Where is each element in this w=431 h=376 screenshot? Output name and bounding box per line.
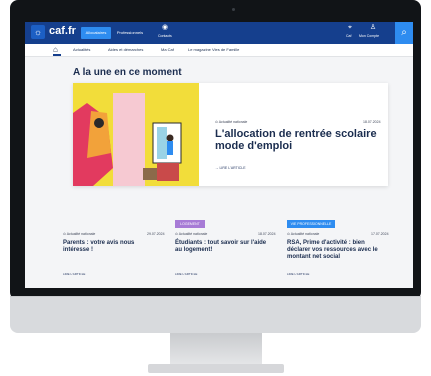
active-nav-indicator xyxy=(53,54,61,56)
card3-read-link[interactable]: LIRE L'ARTICLE xyxy=(287,272,309,276)
card1-category: ⊙ Actualité nationale xyxy=(63,232,95,236)
caf-label[interactable]: Caf xyxy=(346,34,351,38)
webcam xyxy=(232,8,235,11)
card3-category: ⊙ Actualité nationale xyxy=(287,232,319,236)
featured-read-text[interactable]: LIRE L'ARTICLE xyxy=(219,166,245,170)
site-logo[interactable]: caf.fr xyxy=(49,25,76,37)
card3-title[interactable]: RSA, Prime d'activité : bien déclarer vo… xyxy=(287,240,383,261)
tag-vie-professionnelle: VIE PROFESSIONNELLE xyxy=(287,220,335,228)
featured-date: 18.07.2024 xyxy=(363,120,381,124)
screen: ☼ caf.fr Allocataires Professionnels ◉ C… xyxy=(25,22,413,288)
featured-read-link[interactable]: → LIRE L'ARTICLE xyxy=(215,166,246,170)
card2-title[interactable]: Étudiants : tout savoir sur l'aide au lo… xyxy=(175,240,271,254)
nav-actualites[interactable]: Actualités xyxy=(73,47,90,52)
nav-magazine[interactable]: Le magazine Vies de Famille xyxy=(188,47,239,52)
featured-category: ⊙ Actualité nationale xyxy=(215,120,247,124)
featured-illustration xyxy=(73,83,199,186)
location-icon[interactable]: ⌖ xyxy=(345,24,355,32)
featured-title[interactable]: L'allocation de rentrée scolaire mode d'… xyxy=(215,128,380,152)
home-icon[interactable]: ⌂ xyxy=(53,45,58,54)
site-header: ☼ caf.fr Allocataires Professionnels ◉ C… xyxy=(25,22,413,44)
tab-professionnels[interactable]: Professionnels xyxy=(115,27,145,39)
featured-category-text: Actualité nationale xyxy=(218,120,248,124)
nav-ma-caf[interactable]: Ma Caf xyxy=(161,47,174,52)
caf-logo-icon[interactable]: ☼ xyxy=(31,25,45,39)
user-icon[interactable]: ♙ xyxy=(368,24,378,32)
contacts-label[interactable]: Contacts xyxy=(158,34,172,38)
contacts-icon[interactable]: ◉ xyxy=(158,24,172,32)
tag-logement: LOGEMENT xyxy=(175,220,205,228)
card2-read-link[interactable]: LIRE L'ARTICLE xyxy=(175,272,197,276)
section-heading: A la une en ce moment xyxy=(73,67,182,78)
card2-category: ⊙ Actualité nationale xyxy=(175,232,207,236)
tab-allocataires[interactable]: Allocataires xyxy=(81,27,111,39)
card1-read-link[interactable]: LIRE L'ARTICLE xyxy=(63,272,85,276)
sub-navigation: ⌂ Actualités Aides et démarches Ma Caf L… xyxy=(25,44,413,57)
card1-date: 29.07.2024 xyxy=(147,232,165,236)
monitor-stand xyxy=(170,333,262,366)
card3-category-text: Actualité nationale xyxy=(290,232,320,236)
card2-date: 18.07.2024 xyxy=(258,232,276,236)
monitor-base xyxy=(148,364,284,373)
monitor-chin xyxy=(10,296,421,333)
card1-category-text: Actualité nationale xyxy=(66,232,96,236)
account-label[interactable]: Mon Compte xyxy=(359,34,379,38)
card2-category-text: Actualité nationale xyxy=(178,232,208,236)
card1-title[interactable]: Parents : votre avis nous intéresse ! xyxy=(63,240,159,254)
featured-article-card[interactable]: ⊙ Actualité nationale 18.07.2024 L'alloc… xyxy=(73,83,388,186)
nav-aides-demarches[interactable]: Aides et démarches xyxy=(108,47,143,52)
search-button[interactable]: ⌕ xyxy=(395,22,413,44)
card3-date: 17.07.2024 xyxy=(371,232,389,236)
